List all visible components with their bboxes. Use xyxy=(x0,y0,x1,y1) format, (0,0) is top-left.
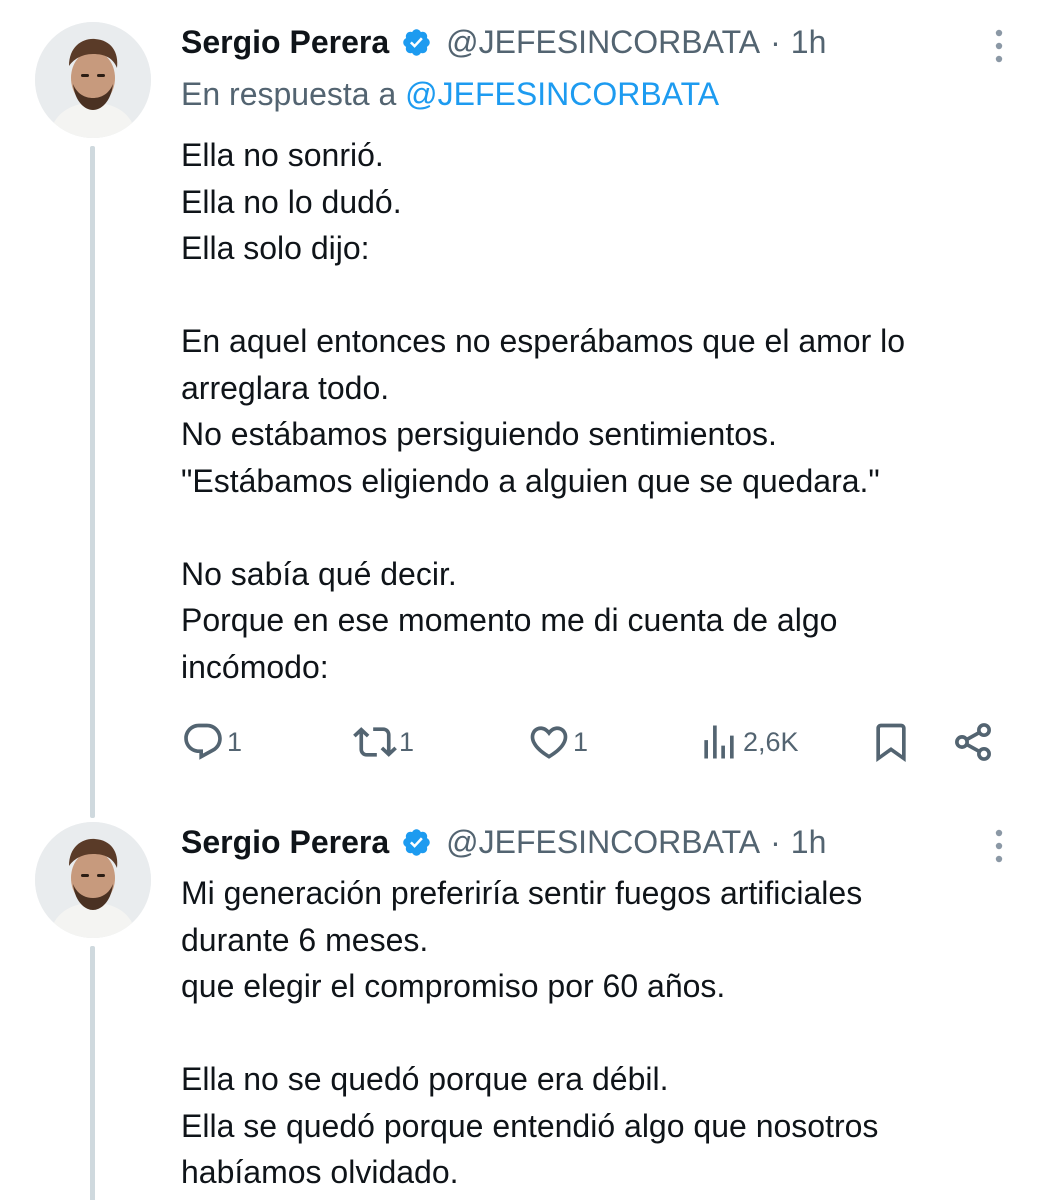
avatar-photo xyxy=(35,822,151,938)
tweet-actions: 1 1 1 2,6K xyxy=(181,712,1011,772)
views-icon xyxy=(704,725,734,759)
tweet-text-line: En aquel entonces no esperábamos que el … xyxy=(181,323,906,359)
tweet-text-line xyxy=(181,272,1011,319)
bookmark-icon xyxy=(876,723,906,763)
verified-badge-icon xyxy=(403,28,430,56)
tweet-text: Mi generación preferiría sentir fuegos a… xyxy=(181,870,1011,1196)
tweet-text-line: durante 6 meses. xyxy=(181,921,429,958)
tweet-text-line xyxy=(181,1010,1011,1057)
share-button[interactable] xyxy=(951,712,995,772)
tweet-text-line: incómodo: xyxy=(181,648,329,685)
avatar[interactable] xyxy=(35,22,151,138)
reply-count: 1 xyxy=(227,726,243,757)
avatar-photo xyxy=(35,22,151,138)
retweet-count: 1 xyxy=(399,726,415,757)
separator-dot: · xyxy=(770,823,781,860)
tweet-text-line: No estábamos persiguiendo sentimientos. xyxy=(181,416,777,452)
heart-icon xyxy=(530,726,568,759)
author-handle[interactable]: @JEFESINCORBATA xyxy=(446,24,760,61)
tweet-text-line: Ella se quedó porque entendió algo que n… xyxy=(181,1107,879,1144)
thread-connector-line xyxy=(90,946,95,1200)
tweet-text-line xyxy=(181,504,1011,551)
reply-context: En respuesta a @JEFESINCORBATA xyxy=(181,76,719,113)
share-icon xyxy=(955,723,991,761)
like-button[interactable]: 1 xyxy=(527,712,588,772)
views-button[interactable]: 2,6K xyxy=(697,712,799,772)
views-count: 2,6K xyxy=(743,726,799,757)
tweet-text-line: "Estábamos eligiendo a alguien que se qu… xyxy=(181,462,880,499)
avatar[interactable] xyxy=(35,822,151,938)
reply-prefix: En respuesta a xyxy=(181,76,397,112)
tweet[interactable]: Sergio Perera @JEFESINCORBATA · 1h Mi ge… xyxy=(0,800,1049,1200)
timestamp[interactable]: 1h xyxy=(791,824,827,861)
tweet-text-line: arreglara todo. xyxy=(181,369,390,406)
thread-connector-line xyxy=(90,146,95,818)
retweet-button[interactable]: 1 xyxy=(353,712,414,772)
more-vertical-icon[interactable] xyxy=(989,26,1009,66)
timestamp[interactable]: 1h xyxy=(791,24,827,61)
tweet-text-line: Ella no lo dudó. xyxy=(181,183,402,220)
reply-mention-link[interactable]: @JEFESINCORBATA xyxy=(405,76,719,112)
tweet-text-line: habíamos olvidado. xyxy=(181,1154,459,1190)
author-name[interactable]: Sergio Perera xyxy=(181,824,389,861)
tweet-text-line: No sabía qué decir. xyxy=(181,555,457,592)
bookmark-button[interactable] xyxy=(869,712,913,772)
like-count: 1 xyxy=(573,726,589,757)
tweet-header: Sergio Perera @JEFESINCORBATA · 1h xyxy=(181,20,826,64)
reply-button[interactable]: 1 xyxy=(181,712,242,772)
author-name[interactable]: Sergio Perera xyxy=(181,24,389,61)
tweet-text-line: Ella no sonrió. xyxy=(181,137,384,173)
tweet-text-line: que elegir el compromiso por 60 años. xyxy=(181,968,726,1004)
tweet[interactable]: Sergio Perera @JEFESINCORBATA · 1h En re… xyxy=(0,0,1049,818)
verified-badge-icon xyxy=(403,828,430,856)
tweet-text: Ella no sonrió. Ella no lo dudó. Ella so… xyxy=(181,132,1011,690)
separator-dot: · xyxy=(770,23,781,60)
tweet-header: Sergio Perera @JEFESINCORBATA · 1h xyxy=(181,820,826,864)
tweet-text-line: Ella no se quedó porque era débil. xyxy=(181,1061,669,1097)
tweet-text-line: Porque en ese momento me di cuenta de al… xyxy=(181,602,838,638)
reply-icon xyxy=(184,723,222,760)
author-handle[interactable]: @JEFESINCORBATA xyxy=(446,824,760,861)
more-vertical-icon[interactable] xyxy=(989,826,1009,866)
retweet-icon xyxy=(353,727,397,757)
tweet-text-line: Mi generación preferiría sentir fuegos a… xyxy=(181,875,863,911)
tweet-text-line: Ella solo dijo: xyxy=(181,230,370,266)
